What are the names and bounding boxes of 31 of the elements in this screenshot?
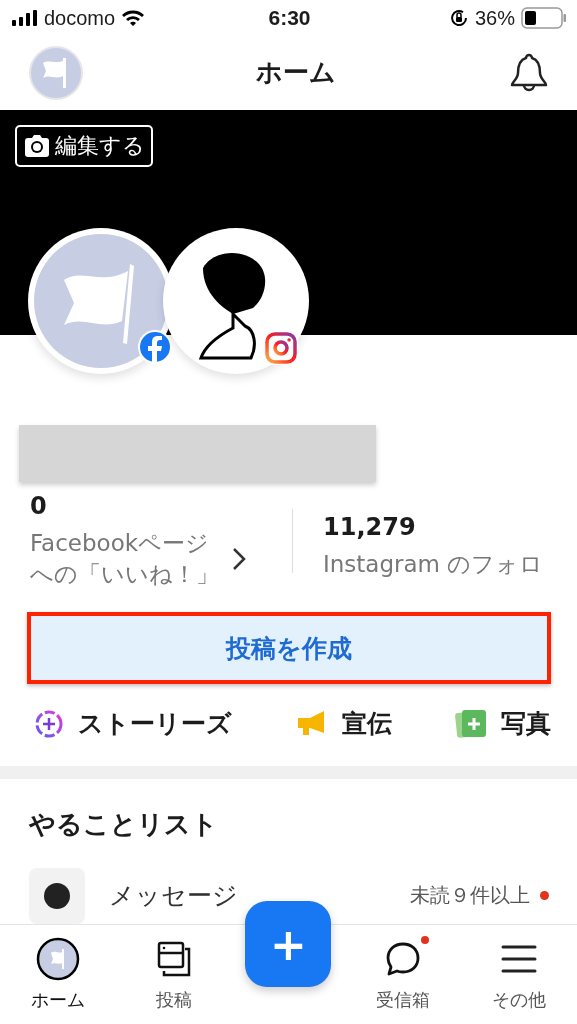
tab-item[interactable]: 投稿: [129, 936, 220, 1013]
carrier-name: docomo: [44, 6, 116, 30]
action-label[interactable]: 宣伝: [341, 707, 392, 741]
battery-percent: 36%: [474, 6, 515, 30]
orientation-lock-icon: [448, 8, 469, 29]
facebook-logo-icon: [138, 329, 172, 364]
story-add-icon[interactable]: [34, 708, 64, 739]
create-post-button[interactable]: 投稿を作成: [27, 612, 551, 685]
tab-item[interactable]: その他: [473, 936, 564, 1013]
camera-icon: [23, 133, 51, 158]
stat-value: 0: [30, 492, 48, 521]
instagram-logo-icon: [263, 329, 299, 366]
stat-label: Facebookページ: [30, 529, 211, 559]
wifi-icon: [121, 9, 146, 28]
signal-icon: [12, 10, 38, 27]
status-time: 6:30: [268, 6, 311, 31]
todo-status: 未読９件以上: [410, 882, 530, 910]
battery-icon: [521, 7, 567, 30]
home-avatar-icon: [35, 936, 82, 983]
action-label[interactable]: ストーリーズ: [78, 707, 232, 741]
header-title: ホーム: [256, 56, 336, 90]
action-label[interactable]: 写真: [501, 707, 551, 741]
section-title: やることリスト: [29, 807, 219, 841]
stat-label: Instagram のフォロ: [323, 549, 544, 579]
tab-item[interactable]: 受信箱: [357, 936, 448, 1013]
stat-value: 11,279: [323, 512, 417, 541]
edit-cover-button[interactable]: 編集する: [15, 124, 153, 167]
tab-item[interactable]: ホーム: [13, 936, 104, 1013]
add-button[interactable]: +: [245, 901, 332, 988]
stat-label: への「いいね！」: [30, 560, 219, 590]
message-item-icon: [29, 867, 85, 924]
